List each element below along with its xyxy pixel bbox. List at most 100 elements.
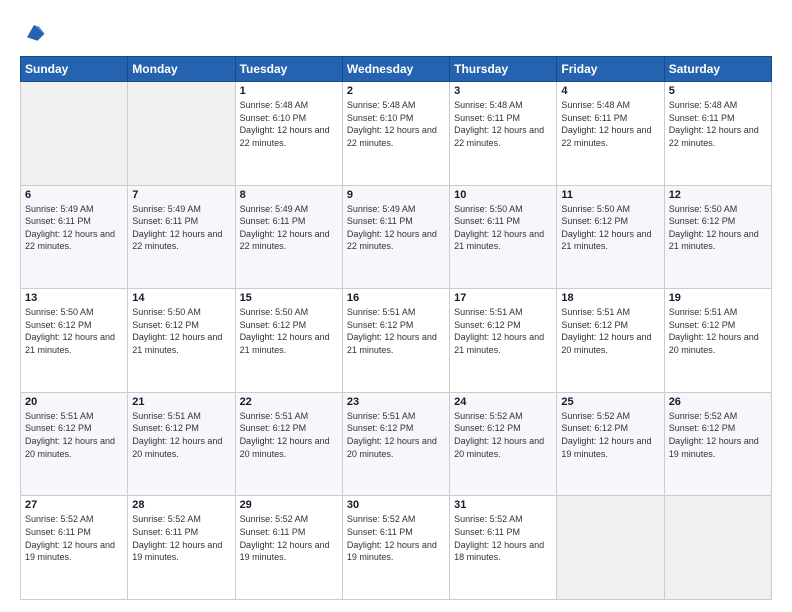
calendar-cell: 1 Sunrise: 5:48 AM Sunset: 6:10 PM Daylig… (235, 82, 342, 186)
calendar-cell (128, 82, 235, 186)
calendar-cell (21, 82, 128, 186)
calendar-cell (664, 496, 771, 600)
week-row-3: 13Sunrise: 5:50 AM Sunset: 6:12 PM Dayli… (21, 289, 772, 393)
day-number: 24 (454, 396, 552, 408)
day-info: Sunrise: 5:48 AM Sunset: 6:11 PM Dayligh… (454, 99, 552, 149)
day-info: Sunrise: 5:51 AM Sunset: 6:12 PM Dayligh… (240, 410, 338, 460)
week-row-4: 20 Sunrise: 5:51 AM Sunset: 6:12 PM Dayli… (21, 392, 772, 496)
day-info: Sunrise: 5:50 AM Sunset: 6:12 PM Dayligh… (669, 203, 767, 253)
calendar-cell: 2 Sunrise: 5:48 AM Sunset: 6:10 PM Daylig… (342, 82, 449, 186)
day-number: 17 (454, 292, 552, 304)
day-number: 23 (347, 396, 445, 408)
day-info: Sunrise: 5:52 AM Sunset: 6:11 PM Dayligh… (240, 513, 338, 563)
weekday-header-friday: Friday (557, 57, 664, 82)
day-info: Sunrise: 5:49 AM Sunset: 6:11 PM Dayligh… (347, 203, 445, 253)
day-info: Sunrise: 5:48 AM Sunset: 6:10 PM Dayligh… (240, 99, 338, 149)
day-number: 3 (454, 85, 552, 97)
day-number: 5 (669, 85, 767, 97)
day-info: Sunrise: 5:49 AM Sunset: 6:11 PM Dayligh… (240, 203, 338, 253)
calendar-cell: 26 Sunrise: 5:52 AM Sunset: 6:12 PM Dayli… (664, 392, 771, 496)
day-info: Sunrise: 5:52 AM Sunset: 6:12 PM Dayligh… (454, 410, 552, 460)
calendar-cell: 27 Sunrise: 5:52 AM Sunset: 6:11 PM Dayli… (21, 496, 128, 600)
day-info: Sunrise: 5:52 AM Sunset: 6:11 PM Dayligh… (454, 513, 552, 563)
page: SundayMondayTuesdayWednesdayThursdayFrid… (0, 0, 792, 612)
day-number: 14 (132, 292, 230, 304)
calendar-cell: 21 Sunrise: 5:51 AM Sunset: 6:12 PM Dayli… (128, 392, 235, 496)
calendar-cell: 5Sunrise: 5:48 AM Sunset: 6:11 PM Daylig… (664, 82, 771, 186)
weekday-header-monday: Monday (128, 57, 235, 82)
day-info: Sunrise: 5:52 AM Sunset: 6:11 PM Dayligh… (25, 513, 123, 563)
day-info: Sunrise: 5:49 AM Sunset: 6:11 PM Dayligh… (132, 203, 230, 253)
day-info: Sunrise: 5:52 AM Sunset: 6:12 PM Dayligh… (561, 410, 659, 460)
day-info: Sunrise: 5:52 AM Sunset: 6:11 PM Dayligh… (347, 513, 445, 563)
day-number: 12 (669, 189, 767, 201)
day-number: 20 (25, 396, 123, 408)
weekday-row: SundayMondayTuesdayWednesdayThursdayFrid… (21, 57, 772, 82)
calendar: SundayMondayTuesdayWednesdayThursdayFrid… (20, 56, 772, 600)
day-number: 19 (669, 292, 767, 304)
day-number: 7 (132, 189, 230, 201)
weekday-header-wednesday: Wednesday (342, 57, 449, 82)
calendar-cell: 19 Sunrise: 5:51 AM Sunset: 6:12 PM Dayli… (664, 289, 771, 393)
day-number: 15 (240, 292, 338, 304)
day-number: 29 (240, 499, 338, 511)
day-number: 28 (132, 499, 230, 511)
day-number: 2 (347, 85, 445, 97)
day-info: Sunrise: 5:51 AM Sunset: 6:12 PM Dayligh… (25, 410, 123, 460)
day-info: Sunrise: 5:50 AM Sunset: 6:12 PM Dayligh… (25, 306, 123, 356)
calendar-cell: 14Sunrise: 5:50 AM Sunset: 6:12 PM Dayli… (128, 289, 235, 393)
day-number: 21 (132, 396, 230, 408)
header (20, 18, 772, 46)
day-number: 30 (347, 499, 445, 511)
calendar-cell: 3 Sunrise: 5:48 AM Sunset: 6:11 PM Daylig… (450, 82, 557, 186)
day-info: Sunrise: 5:51 AM Sunset: 6:12 PM Dayligh… (669, 306, 767, 356)
weekday-header-thursday: Thursday (450, 57, 557, 82)
day-info: Sunrise: 5:50 AM Sunset: 6:12 PM Dayligh… (561, 203, 659, 253)
logo-icon (20, 18, 48, 46)
week-row-5: 27 Sunrise: 5:52 AM Sunset: 6:11 PM Dayli… (21, 496, 772, 600)
day-info: Sunrise: 5:51 AM Sunset: 6:12 PM Dayligh… (561, 306, 659, 356)
calendar-cell: 22Sunrise: 5:51 AM Sunset: 6:12 PM Dayli… (235, 392, 342, 496)
day-info: Sunrise: 5:51 AM Sunset: 6:12 PM Dayligh… (347, 306, 445, 356)
day-info: Sunrise: 5:52 AM Sunset: 6:12 PM Dayligh… (669, 410, 767, 460)
day-number: 27 (25, 499, 123, 511)
weekday-header-tuesday: Tuesday (235, 57, 342, 82)
day-info: Sunrise: 5:51 AM Sunset: 6:12 PM Dayligh… (347, 410, 445, 460)
day-number: 10 (454, 189, 552, 201)
calendar-cell: 25 Sunrise: 5:52 AM Sunset: 6:12 PM Dayli… (557, 392, 664, 496)
calendar-cell: 4Sunrise: 5:48 AM Sunset: 6:11 PM Daylig… (557, 82, 664, 186)
day-number: 4 (561, 85, 659, 97)
day-number: 11 (561, 189, 659, 201)
weekday-header-sunday: Sunday (21, 57, 128, 82)
day-number: 26 (669, 396, 767, 408)
day-number: 25 (561, 396, 659, 408)
day-number: 8 (240, 189, 338, 201)
calendar-cell: 12 Sunrise: 5:50 AM Sunset: 6:12 PM Dayli… (664, 185, 771, 289)
calendar-cell: 20 Sunrise: 5:51 AM Sunset: 6:12 PM Dayli… (21, 392, 128, 496)
day-info: Sunrise: 5:51 AM Sunset: 6:12 PM Dayligh… (132, 410, 230, 460)
week-row-2: 6 Sunrise: 5:49 AM Sunset: 6:11 PM Daylig… (21, 185, 772, 289)
day-number: 18 (561, 292, 659, 304)
day-number: 6 (25, 189, 123, 201)
calendar-cell: 9 Sunrise: 5:49 AM Sunset: 6:11 PM Daylig… (342, 185, 449, 289)
day-number: 1 (240, 85, 338, 97)
weekday-header-saturday: Saturday (664, 57, 771, 82)
calendar-cell: 13Sunrise: 5:50 AM Sunset: 6:12 PM Dayli… (21, 289, 128, 393)
calendar-cell: 17Sunrise: 5:51 AM Sunset: 6:12 PM Dayli… (450, 289, 557, 393)
calendar-cell: 29 Sunrise: 5:52 AM Sunset: 6:11 PM Dayli… (235, 496, 342, 600)
calendar-cell: 28 Sunrise: 5:52 AM Sunset: 6:11 PM Dayli… (128, 496, 235, 600)
calendar-cell: 16Sunrise: 5:51 AM Sunset: 6:12 PM Dayli… (342, 289, 449, 393)
calendar-cell: 18 Sunrise: 5:51 AM Sunset: 6:12 PM Dayli… (557, 289, 664, 393)
day-number: 9 (347, 189, 445, 201)
day-info: Sunrise: 5:52 AM Sunset: 6:11 PM Dayligh… (132, 513, 230, 563)
calendar-cell: 31Sunrise: 5:52 AM Sunset: 6:11 PM Dayli… (450, 496, 557, 600)
calendar-cell: 10Sunrise: 5:50 AM Sunset: 6:11 PM Dayli… (450, 185, 557, 289)
calendar-cell: 11 Sunrise: 5:50 AM Sunset: 6:12 PM Dayli… (557, 185, 664, 289)
calendar-cell: 24 Sunrise: 5:52 AM Sunset: 6:12 PM Dayli… (450, 392, 557, 496)
calendar-cell: 15Sunrise: 5:50 AM Sunset: 6:12 PM Dayli… (235, 289, 342, 393)
calendar-cell (557, 496, 664, 600)
day-info: Sunrise: 5:49 AM Sunset: 6:11 PM Dayligh… (25, 203, 123, 253)
day-info: Sunrise: 5:48 AM Sunset: 6:10 PM Dayligh… (347, 99, 445, 149)
calendar-cell: 23 Sunrise: 5:51 AM Sunset: 6:12 PM Dayli… (342, 392, 449, 496)
calendar-body: 1 Sunrise: 5:48 AM Sunset: 6:10 PM Daylig… (21, 82, 772, 600)
